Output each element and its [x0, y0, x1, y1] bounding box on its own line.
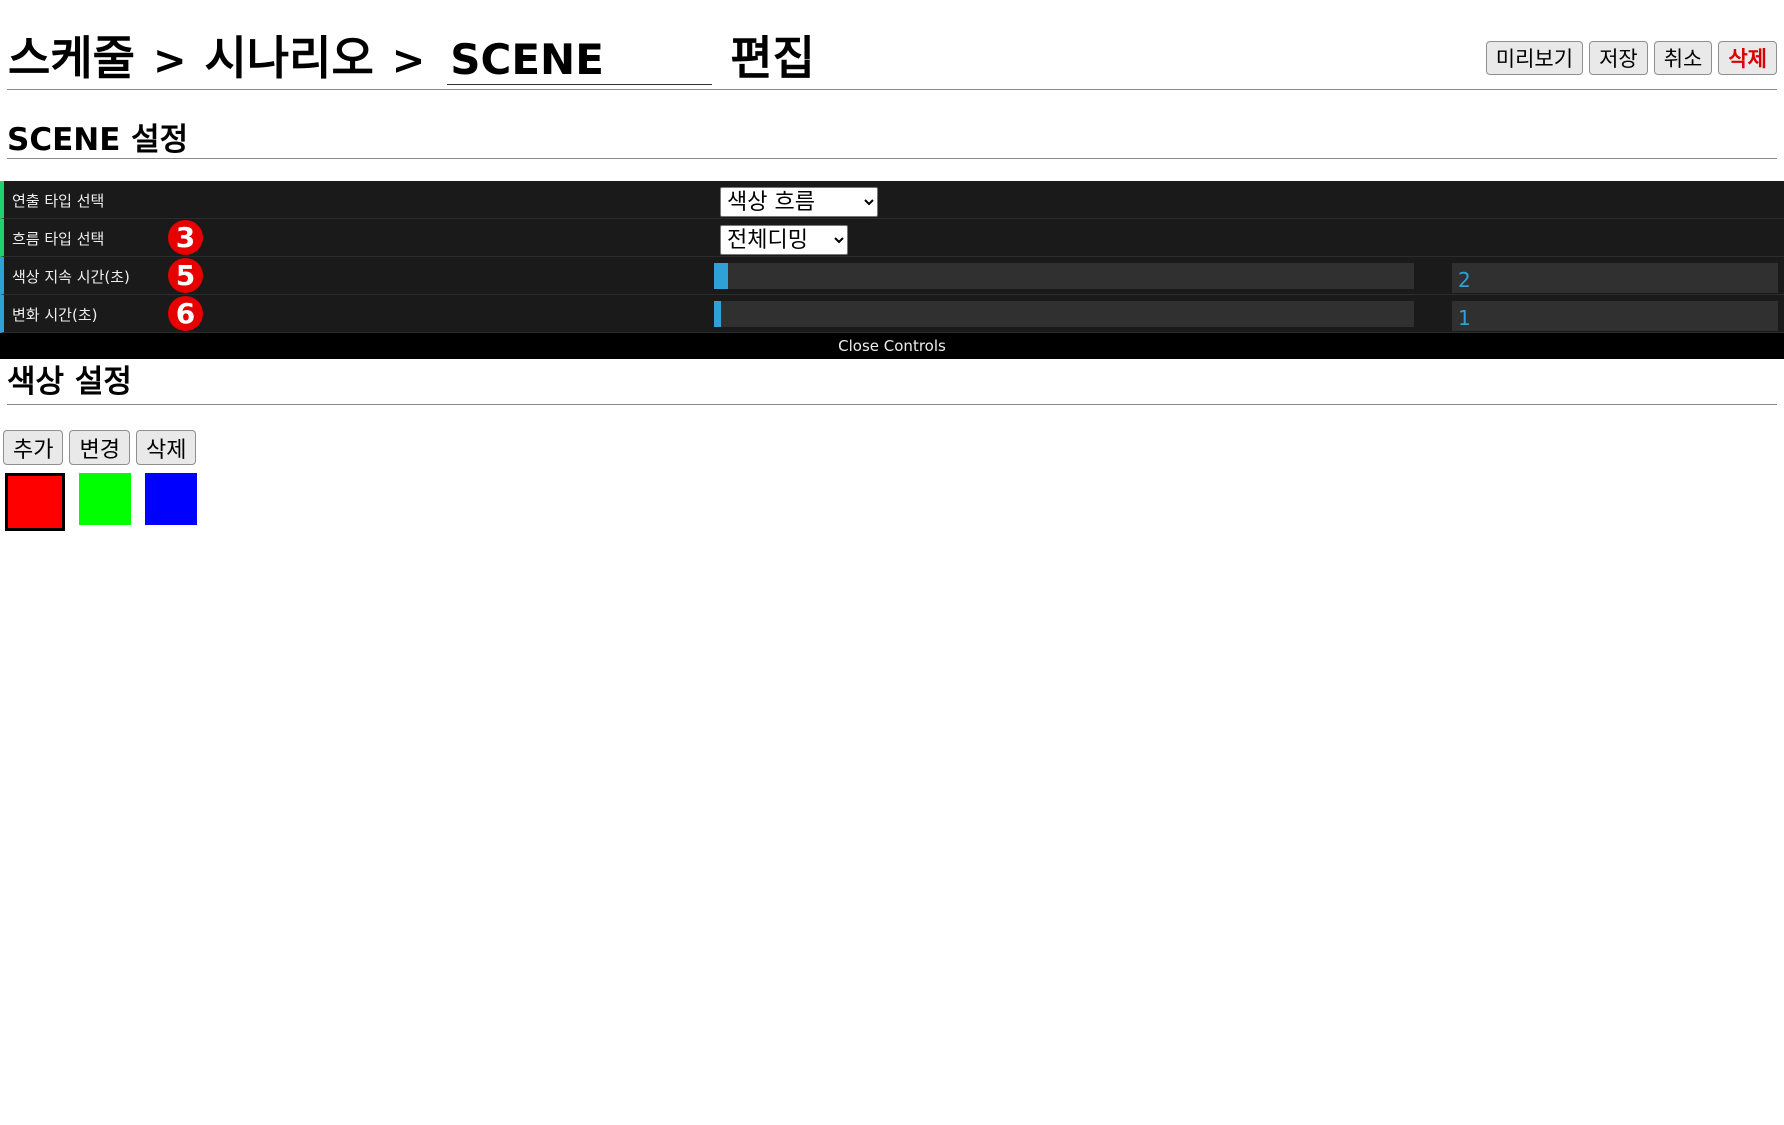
page-header: 스케줄 > 시나리오 > 편집 미리보기 저장 취소 삭제	[7, 0, 1777, 90]
transition-time-label: 변화 시간(초)	[12, 306, 98, 324]
color-swatch[interactable]	[79, 473, 131, 525]
transition-time-row: 변화 시간(초) 6	[0, 295, 1784, 333]
delete-color-button[interactable]: 삭제	[135, 430, 197, 465]
color-swatch[interactable]	[145, 473, 197, 525]
breadcrumb-scenario[interactable]: 시나리오	[204, 22, 373, 88]
breadcrumb-separator: >	[391, 38, 426, 84]
cancel-button[interactable]: 취소	[1653, 41, 1713, 75]
scene-name-input[interactable]	[447, 35, 713, 85]
color-duration-slider-fill	[714, 263, 728, 289]
transition-time-slider[interactable]	[714, 301, 1414, 327]
flow-type-row: 흐름 타입 선택 3 전체디밍	[0, 219, 1784, 257]
flow-type-label: 흐름 타입 선택	[12, 230, 105, 248]
preview-button[interactable]: 미리보기	[1485, 41, 1584, 75]
color-settings-title: 색상 설정	[7, 356, 1777, 405]
effect-type-row: 연출 타입 선택 색상 흐름	[0, 181, 1784, 219]
color-swatch-list	[5, 473, 197, 531]
breadcrumb-schedule[interactable]: 스케줄	[8, 22, 135, 88]
effect-type-label: 연출 타입 선택	[12, 192, 105, 210]
color-duration-input[interactable]	[1452, 263, 1778, 293]
delete-scene-button[interactable]: 삭제	[1718, 41, 1777, 75]
color-swatch[interactable]	[5, 473, 65, 531]
step-badge: 3	[168, 220, 203, 255]
flow-type-select[interactable]: 전체디밍	[720, 225, 848, 255]
add-color-button[interactable]: 추가	[3, 430, 64, 465]
edit-label: 편집	[730, 31, 815, 85]
transition-time-slider-fill	[714, 301, 721, 327]
breadcrumb: 스케줄 > 시나리오 > 편집	[8, 22, 815, 85]
scene-settings-title: SCENE 설정	[7, 114, 1777, 159]
breadcrumb-separator: >	[152, 38, 187, 84]
change-color-button[interactable]: 변경	[69, 430, 130, 465]
step-badge: 6	[168, 296, 203, 331]
color-actions: 추가 변경 삭제	[3, 430, 197, 465]
step-badge: 5	[168, 258, 203, 293]
transition-time-input[interactable]	[1452, 301, 1778, 331]
save-button[interactable]: 저장	[1589, 41, 1648, 75]
effect-type-select[interactable]: 색상 흐름	[720, 187, 878, 217]
scene-control-panel: 연출 타입 선택 색상 흐름 흐름 타입 선택 3 전체디밍 색상 지속 시간(…	[0, 181, 1784, 359]
header-actions: 미리보기 저장 취소 삭제	[1485, 41, 1777, 75]
color-duration-row: 색상 지속 시간(초) 5	[0, 257, 1784, 295]
color-duration-slider[interactable]	[714, 263, 1414, 289]
color-duration-label: 색상 지속 시간(초)	[12, 268, 130, 286]
